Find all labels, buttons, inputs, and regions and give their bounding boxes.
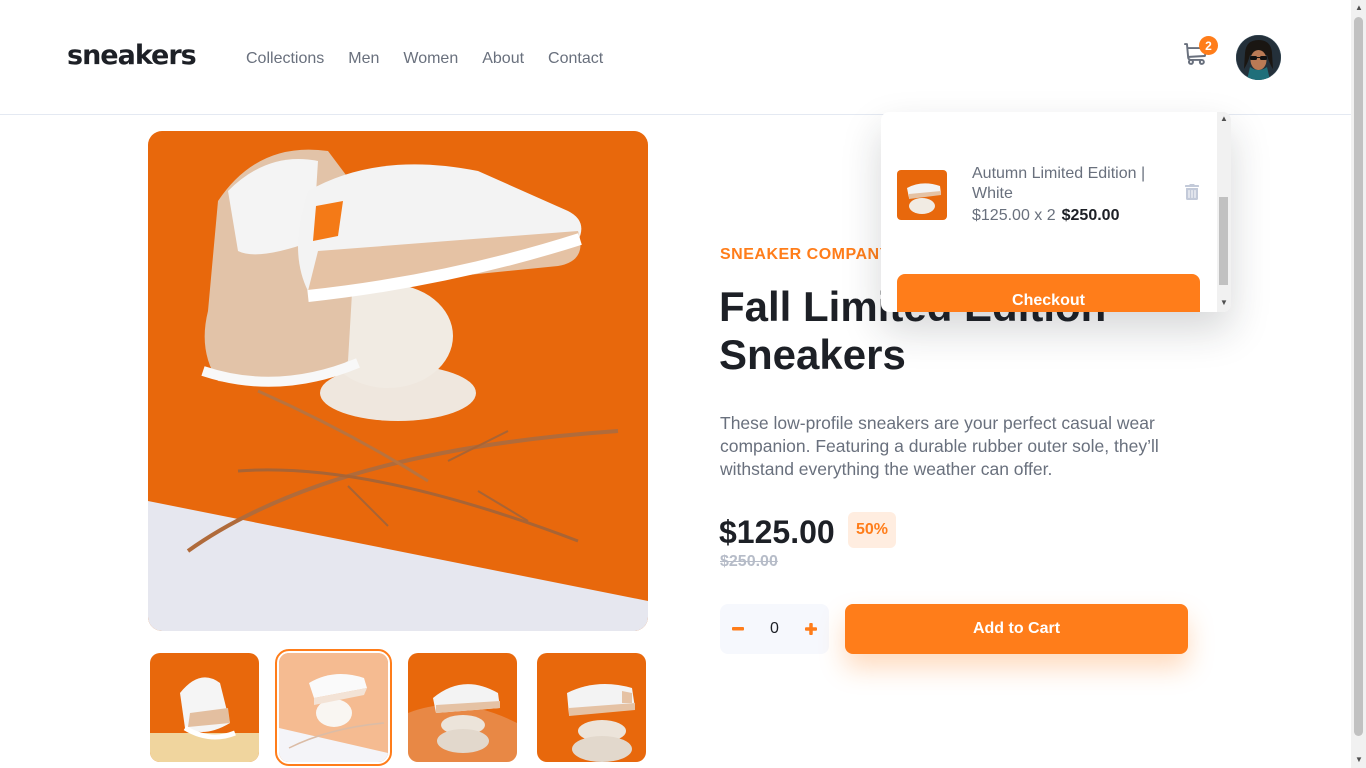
cart-scroll-thumb[interactable] <box>1219 197 1228 285</box>
checkout-label: Checkout <box>1012 292 1085 309</box>
cart-item-unit-price: $125.00 x 2 <box>972 207 1056 224</box>
current-price: $125.00 <box>719 514 835 550</box>
original-price: $250.00 <box>720 553 778 570</box>
thumbnail-4[interactable] <box>537 653 646 762</box>
cart-item-total: $250.00 <box>1061 207 1120 224</box>
scroll-up-arrow-icon[interactable]: ▲ <box>1220 114 1228 123</box>
discount-badge: 50% <box>848 512 896 548</box>
cart-count-badge: 2 <box>1199 36 1218 55</box>
page-scroll-down-icon[interactable]: ▼ <box>1355 755 1363 764</box>
nav-about[interactable]: About <box>482 50 524 68</box>
add-to-cart-button[interactable]: Add to Cart <box>845 604 1188 654</box>
cart-dropdown: Autumn Limited Edition | White $125.00 x… <box>881 112 1231 312</box>
product-main-image[interactable] <box>148 131 648 631</box>
logo[interactable]: sneakers <box>67 40 197 71</box>
main-nav: Collections Men Women About Contact <box>246 50 627 68</box>
product-description: These low-profile sneakers are your perf… <box>720 413 1159 479</box>
nav-collections[interactable]: Collections <box>246 50 324 68</box>
avatar[interactable] <box>1236 35 1281 80</box>
add-to-cart-label: Add to Cart <box>972 620 1061 637</box>
thumbnail-3[interactable] <box>408 653 517 762</box>
page-scroll-up-icon[interactable]: ▲ <box>1355 3 1363 12</box>
checkout-button[interactable]: Checkout <box>897 274 1200 312</box>
site-header: sneakers Collections Men Women About Con… <box>0 0 1351 115</box>
plus-icon[interactable] <box>804 619 818 639</box>
company-label: SNEAKER COMPANY <box>720 246 891 263</box>
trash-icon[interactable] <box>1185 184 1201 202</box>
cart-item-name: Autumn Limited Edition | White <box>972 165 1146 202</box>
nav-women[interactable]: Women <box>403 50 458 68</box>
cart-item-price: $125.00 x 2 $250.00 <box>972 207 1119 225</box>
minus-icon[interactable] <box>731 619 745 639</box>
quantity-value: 0 <box>770 620 779 637</box>
nav-contact[interactable]: Contact <box>548 50 603 68</box>
scroll-down-arrow-icon[interactable]: ▼ <box>1220 298 1228 307</box>
cart-scrollbar[interactable]: ▲ ▼ <box>1217 112 1231 312</box>
thumbnail-1[interactable] <box>150 653 259 762</box>
quantity-stepper: 0 <box>720 604 829 654</box>
cart-item-thumbnail <box>897 170 947 220</box>
nav-men[interactable]: Men <box>348 50 379 68</box>
page-scrollbar[interactable]: ▲ ▼ <box>1351 0 1366 768</box>
page-scroll-thumb[interactable] <box>1354 17 1363 736</box>
thumbnail-2[interactable] <box>275 649 392 766</box>
